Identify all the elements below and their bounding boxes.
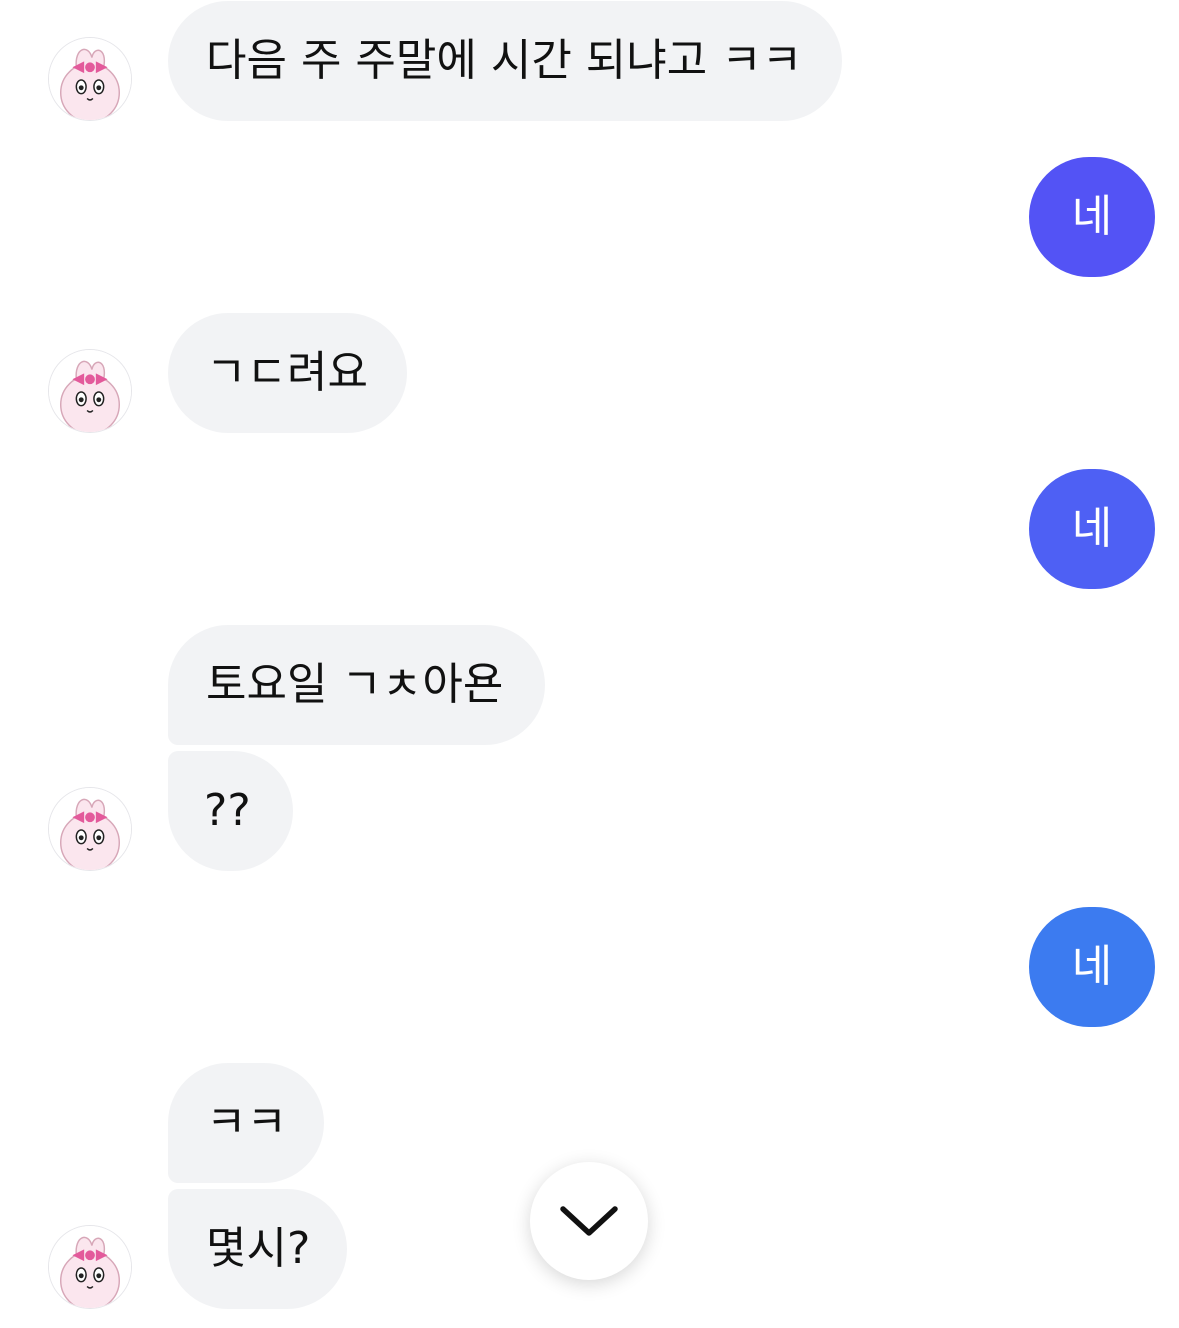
message-text: 네 xyxy=(1071,191,1113,242)
scroll-to-bottom-button[interactable] xyxy=(530,1162,648,1280)
message-text: 다음 주 주말에 시간 되냐고 ㅋㅋ xyxy=(206,35,803,86)
incoming-message-bubble[interactable]: 다음 주 주말에 시간 되냐고 ㅋㅋ xyxy=(168,1,842,121)
pink-bunny-avatar-icon xyxy=(49,788,131,870)
message-text: 네 xyxy=(1071,941,1113,992)
pink-bunny-avatar-icon xyxy=(49,1226,131,1308)
avatar[interactable] xyxy=(48,37,132,121)
message-text: ?? xyxy=(204,785,251,836)
pink-bunny-avatar-icon xyxy=(49,38,131,120)
incoming-message-bubble[interactable]: ㅋㅋ xyxy=(168,1063,324,1183)
incoming-message-bubble[interactable]: 토요일 ㄱㅊ아욘 xyxy=(168,625,545,745)
avatar[interactable] xyxy=(48,1225,132,1309)
outgoing-message-bubble[interactable]: 네 xyxy=(1029,157,1155,277)
message-thread: 다음 주 주말에 시간 되냐고 ㅋㅋ 네 ㄱㄷ려요 네 토요일 ㄱㅊ아욘 ?? … xyxy=(0,0,1179,1328)
message-text: ㅋㅋ xyxy=(206,1097,287,1148)
message-text: ㄱㄷ려요 xyxy=(206,347,368,398)
chevron-down-icon xyxy=(560,1206,618,1236)
incoming-message-bubble[interactable]: ?? xyxy=(168,751,293,871)
message-text: 토요일 ㄱㅊ아욘 xyxy=(206,659,504,710)
message-text: 네 xyxy=(1071,503,1113,554)
avatar[interactable] xyxy=(48,787,132,871)
outgoing-message-bubble[interactable]: 네 xyxy=(1029,469,1155,589)
incoming-message-bubble[interactable]: 몇시? xyxy=(168,1189,347,1309)
message-text: 몇시? xyxy=(206,1223,311,1274)
pink-bunny-avatar-icon xyxy=(49,350,131,432)
avatar[interactable] xyxy=(48,349,132,433)
outgoing-message-bubble[interactable]: 네 xyxy=(1029,907,1155,1027)
incoming-message-bubble[interactable]: ㄱㄷ려요 xyxy=(168,313,407,433)
